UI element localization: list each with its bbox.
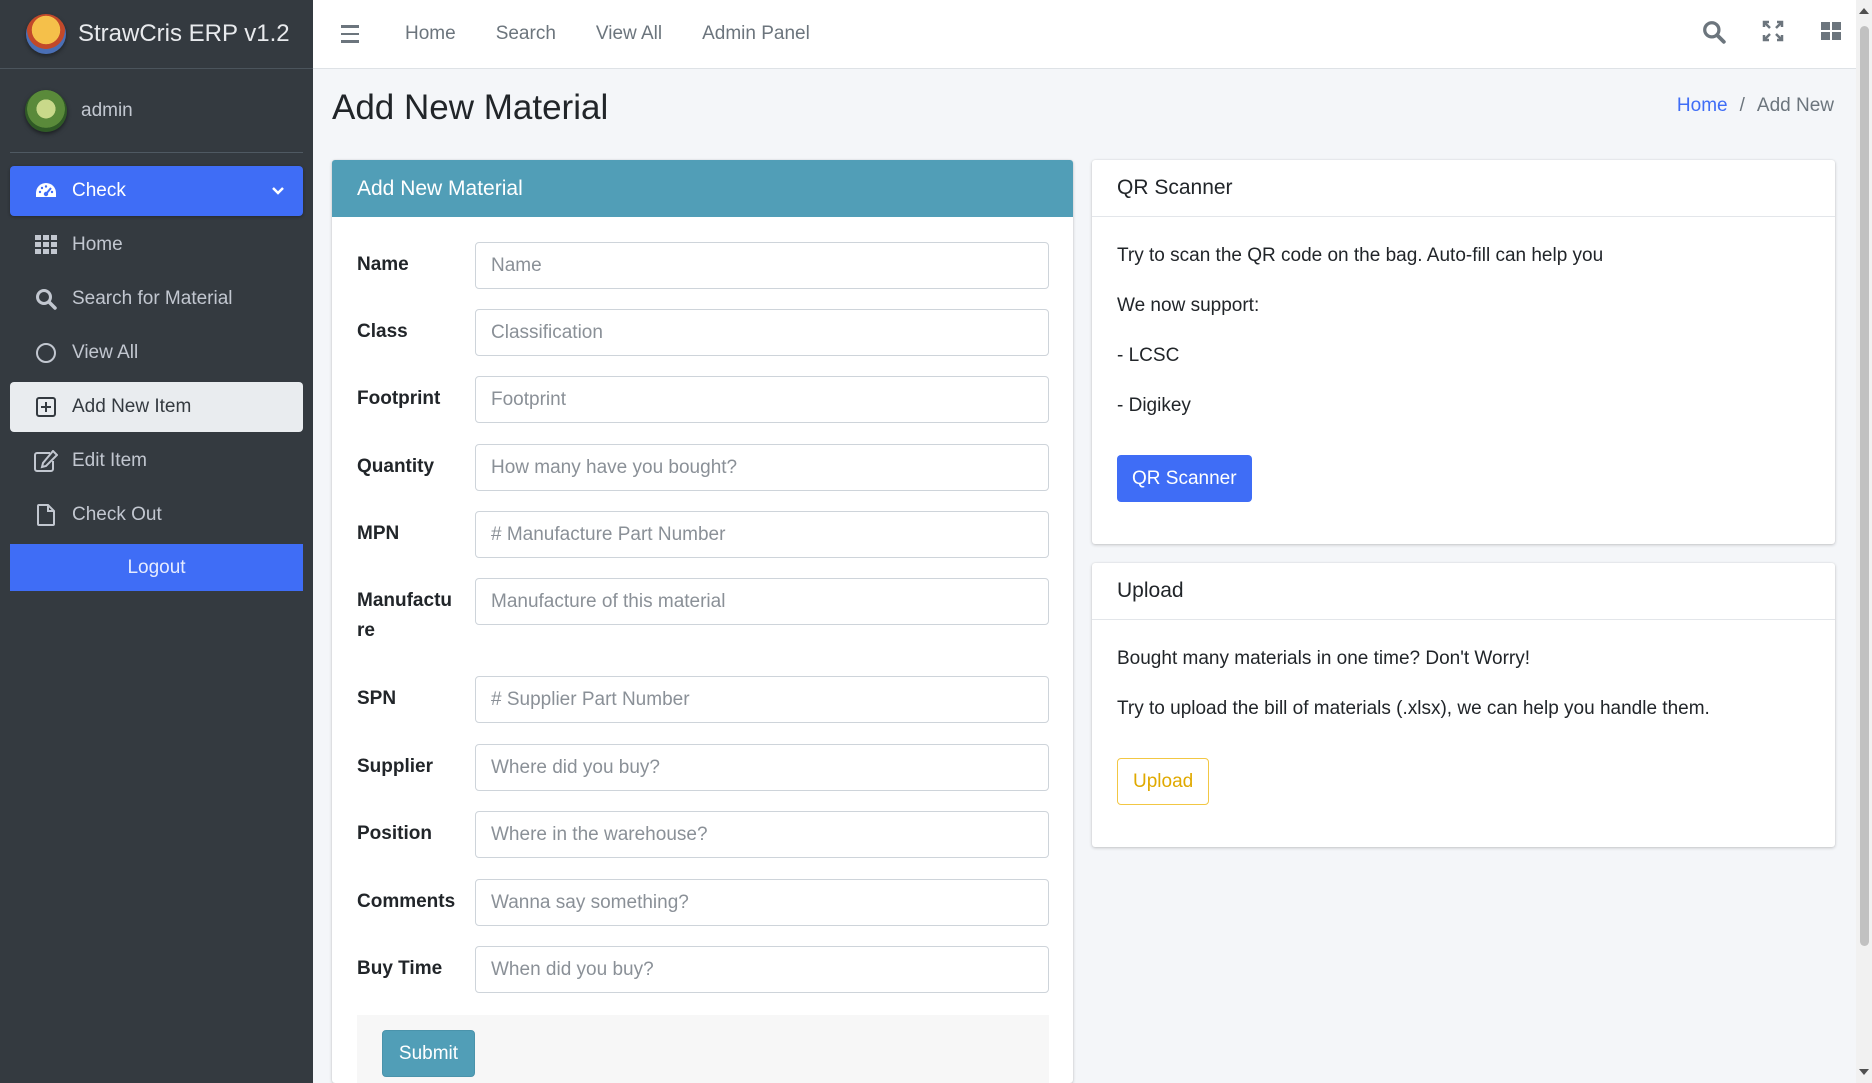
sidebar-item-search[interactable]: Search for Material bbox=[10, 274, 303, 324]
field-label: Quantity bbox=[357, 456, 435, 477]
scroll-up-arrow-icon[interactable] bbox=[1859, 8, 1869, 14]
breadcrumb-current: Add New bbox=[1756, 95, 1834, 116]
name-input[interactable] bbox=[475, 242, 1049, 289]
top-link-admin-panel[interactable]: Admin Panel bbox=[702, 23, 810, 45]
sidebar-item-label: Search for Material bbox=[72, 288, 233, 309]
avatar bbox=[25, 89, 67, 132]
sidebar-item-add-new[interactable]: Add New Item bbox=[10, 382, 303, 432]
user-name: admin bbox=[81, 99, 133, 121]
top-icons bbox=[1702, 20, 1842, 50]
sidebar-item-check[interactable]: Check bbox=[10, 166, 303, 216]
field-label: Position bbox=[357, 823, 432, 844]
top-navbar: Home Search View All Admin Panel bbox=[313, 0, 1856, 69]
add-material-form-card: Add New Material Name Class Footprint Qu… bbox=[332, 160, 1073, 1083]
plus-square-icon bbox=[34, 395, 58, 419]
breadcrumb: Home / Add New bbox=[1677, 95, 1834, 117]
fullscreen-icon[interactable] bbox=[1762, 20, 1784, 50]
logout-button[interactable]: Logout bbox=[10, 544, 303, 591]
upload-button[interactable]: Upload bbox=[1117, 758, 1210, 805]
search-icon bbox=[34, 287, 58, 311]
user-panel[interactable]: admin bbox=[10, 69, 303, 153]
brand-link[interactable]: StrawCris ERP v1.2 bbox=[0, 0, 313, 69]
field-label: Footprint bbox=[357, 388, 441, 409]
form-footer: Submit bbox=[357, 1015, 1049, 1083]
top-link-search[interactable]: Search bbox=[496, 23, 556, 45]
sidebar-item-edit[interactable]: Edit Item bbox=[10, 436, 303, 486]
sidebar-item-label: Check Out bbox=[72, 504, 162, 525]
field-label: Comments bbox=[357, 891, 456, 912]
chevron-down-icon bbox=[271, 182, 285, 204]
file-icon bbox=[34, 503, 58, 527]
brand-logo bbox=[26, 14, 66, 54]
upload-card-body: Bought many materials in one time? Don't… bbox=[1092, 620, 1835, 830]
upload-text-line: Try to upload the bill of materials (.xl… bbox=[1117, 698, 1710, 719]
upload-text-line: Bought many materials in one time? Don't… bbox=[1117, 648, 1531, 669]
search-icon[interactable] bbox=[1702, 20, 1726, 50]
sidebar-item-check-out[interactable]: Check Out bbox=[10, 490, 303, 540]
field-label: Manufacture bbox=[357, 590, 452, 641]
circle-icon bbox=[34, 341, 58, 365]
supplier-input[interactable] bbox=[475, 744, 1049, 791]
buy-time-input[interactable] bbox=[475, 946, 1049, 993]
sidebar-item-label: View All bbox=[72, 342, 139, 363]
spn-input[interactable] bbox=[475, 676, 1049, 723]
qr-text-line: - Digikey bbox=[1117, 395, 1191, 416]
sidebar-item-label: Home bbox=[72, 234, 123, 255]
sidebar-nav: Check Home Search for Material View All bbox=[0, 166, 313, 591]
apps-grid-icon[interactable] bbox=[1820, 20, 1842, 50]
manufacture-input[interactable] bbox=[475, 578, 1049, 625]
dashboard-icon bbox=[34, 179, 58, 203]
sidebar-item-label: Add New Item bbox=[72, 396, 192, 417]
page-scrollbar[interactable] bbox=[1856, 0, 1872, 1083]
breadcrumb-separator: / bbox=[1739, 95, 1745, 116]
sidebar-item-label: Edit Item bbox=[72, 450, 147, 471]
field-label: Name bbox=[357, 254, 409, 275]
sidebar-item-view-all[interactable]: View All bbox=[10, 328, 303, 378]
qr-text-line: Try to scan the QR code on the bag. Auto… bbox=[1117, 245, 1604, 266]
edit-icon bbox=[34, 449, 58, 473]
qr-card-body: Try to scan the QR code on the bag. Auto… bbox=[1092, 217, 1835, 527]
grid-icon bbox=[34, 233, 58, 257]
qr-scanner-card: QR Scanner Try to scan the QR code on th… bbox=[1092, 160, 1835, 544]
mpn-input[interactable] bbox=[475, 511, 1049, 558]
sidebar-item-label: Check bbox=[72, 180, 126, 201]
class-input[interactable] bbox=[475, 309, 1049, 356]
scrollbar-thumb[interactable] bbox=[1860, 26, 1869, 946]
quantity-input[interactable] bbox=[475, 444, 1049, 491]
field-label: MPN bbox=[357, 523, 400, 544]
field-label: Supplier bbox=[357, 756, 434, 777]
qr-scanner-button[interactable]: QR Scanner bbox=[1117, 455, 1252, 502]
app-title: StrawCris ERP v1.2 bbox=[78, 20, 290, 47]
scroll-down-arrow-icon[interactable] bbox=[1859, 1069, 1869, 1075]
page-title: Add New Material bbox=[332, 88, 609, 127]
submit-button[interactable]: Submit bbox=[382, 1030, 475, 1077]
footprint-input[interactable] bbox=[475, 376, 1049, 423]
qr-card-title: QR Scanner bbox=[1092, 160, 1835, 217]
form-card-title: Add New Material bbox=[332, 160, 1073, 217]
field-label: Buy Time bbox=[357, 958, 443, 979]
comments-input[interactable] bbox=[475, 879, 1049, 926]
sidebar: StrawCris ERP v1.2 admin Check Home Sear… bbox=[0, 0, 313, 1083]
qr-text-line: We now support: bbox=[1117, 295, 1260, 316]
sidebar-item-home[interactable]: Home bbox=[10, 220, 303, 270]
upload-card-title: Upload bbox=[1092, 563, 1835, 620]
top-link-view-all[interactable]: View All bbox=[596, 23, 662, 45]
field-label: Class bbox=[357, 321, 408, 342]
breadcrumb-home-link[interactable]: Home bbox=[1677, 95, 1728, 117]
menu-toggle-icon[interactable] bbox=[341, 25, 359, 43]
field-label: SPN bbox=[357, 688, 397, 709]
upload-card: Upload Bought many materials in one time… bbox=[1092, 563, 1835, 847]
qr-text-line: - LCSC bbox=[1117, 345, 1180, 366]
top-link-home[interactable]: Home bbox=[405, 23, 456, 45]
position-input[interactable] bbox=[475, 811, 1049, 858]
